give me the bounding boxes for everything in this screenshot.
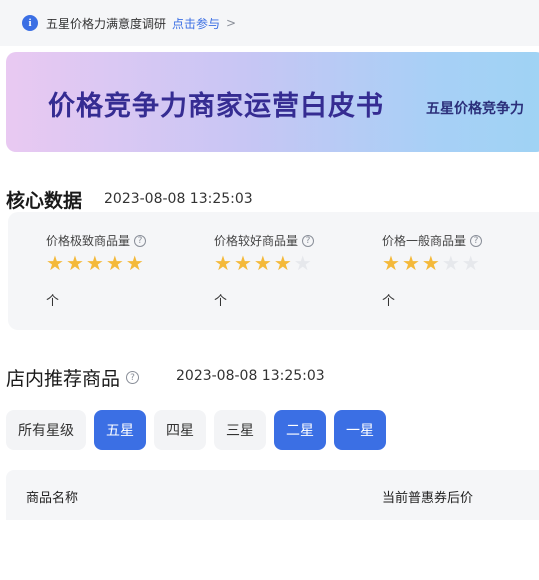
core-data-card: 价格极致商品量 ? ★ ★ ★ ★ ★ 个 价格较好商品量 ? ★ ★ ★ ★ ★ 个 价格一般… [8,212,539,330]
star-filter-group: 所有星级 五星 四星 三星 二星 一星 [6,410,386,450]
metric-unit: 个 [46,294,60,309]
star-rating: ★ ★ ★ ★ ★ [46,252,146,274]
filter-one-star[interactable]: 一星 [334,410,386,450]
recommend-title: 店内推荐商品 [6,368,121,390]
star-filled-icon: ★ [401,251,420,275]
product-table: 商品名称 当前普惠券后价 [6,470,539,580]
filter-five-star[interactable]: 五星 [94,410,146,450]
survey-notice-bar[interactable]: i 五星价格力满意度调研 点击参与 > [0,0,539,46]
whitepaper-banner[interactable]: 价格竞争力商家运营白皮书 五星价格竞争力 [6,52,539,152]
metric-excellent-price: 价格极致商品量 ? ★ ★ ★ ★ ★ 个 [46,232,147,309]
star-filled-icon: ★ [85,251,104,275]
star-filled-icon: ★ [233,251,252,275]
core-data-timestamp: 2023-08-08 13:25:03 [104,191,253,207]
help-icon[interactable]: ? [470,234,483,247]
survey-link[interactable]: 点击参与 [172,15,220,32]
star-filled-icon: ★ [214,251,232,275]
star-filled-icon: ★ [65,251,84,275]
star-filled-icon: ★ [46,251,64,275]
recommend-timestamp: 2023-08-08 13:25:03 [176,368,325,384]
star-empty-icon: ★ [461,251,480,275]
star-filled-icon: ★ [421,251,440,275]
notice-text: 五星价格力满意度调研 [46,16,167,31]
star-filled-icon: ★ [382,251,400,275]
metric-label: 价格极致商品量 [46,234,131,248]
metric-average-price: 价格一般商品量 ? ★ ★ ★ ★ ★ 个 [382,232,483,309]
column-header-product-name[interactable]: 商品名称 [26,487,78,506]
banner-title: 价格竞争力商家运营白皮书 [48,91,384,122]
metric-good-price: 价格较好商品量 ? ★ ★ ★ ★ ★ 个 [214,232,315,309]
help-icon[interactable]: ? [302,234,315,247]
column-header-price[interactable]: 当前普惠券后价 [382,487,473,506]
star-empty-icon: ★ [293,251,312,275]
metric-label: 价格一般商品量 [382,234,467,248]
star-filled-icon: ★ [105,251,124,275]
filter-three-star[interactable]: 三星 [214,410,266,450]
filter-all-stars[interactable]: 所有星级 [6,410,86,450]
star-filled-icon: ★ [273,251,292,275]
help-icon[interactable]: ? [134,234,147,247]
chevron-right-icon: > [226,16,237,30]
star-rating: ★ ★ ★ ★ ★ [214,252,314,274]
filter-four-star[interactable]: 四星 [154,410,206,450]
recommend-title-row: 店内推荐商品 ? [6,364,140,391]
metric-unit: 个 [382,294,396,309]
metric-unit: 个 [214,294,228,309]
star-filled-icon: ★ [125,251,144,275]
star-filled-icon: ★ [253,251,272,275]
info-icon: i [22,15,38,31]
table-body [6,520,539,580]
filter-two-star[interactable]: 二星 [274,410,326,450]
core-data-title: 核心数据 [6,190,83,212]
star-rating: ★ ★ ★ ★ ★ [382,252,482,274]
star-empty-icon: ★ [441,251,460,275]
table-header: 商品名称 当前普惠券后价 [6,470,539,520]
help-icon[interactable]: ? [126,371,140,384]
metric-label: 价格较好商品量 [214,234,299,248]
banner-subtitle: 五星价格竞争力 [426,101,524,117]
